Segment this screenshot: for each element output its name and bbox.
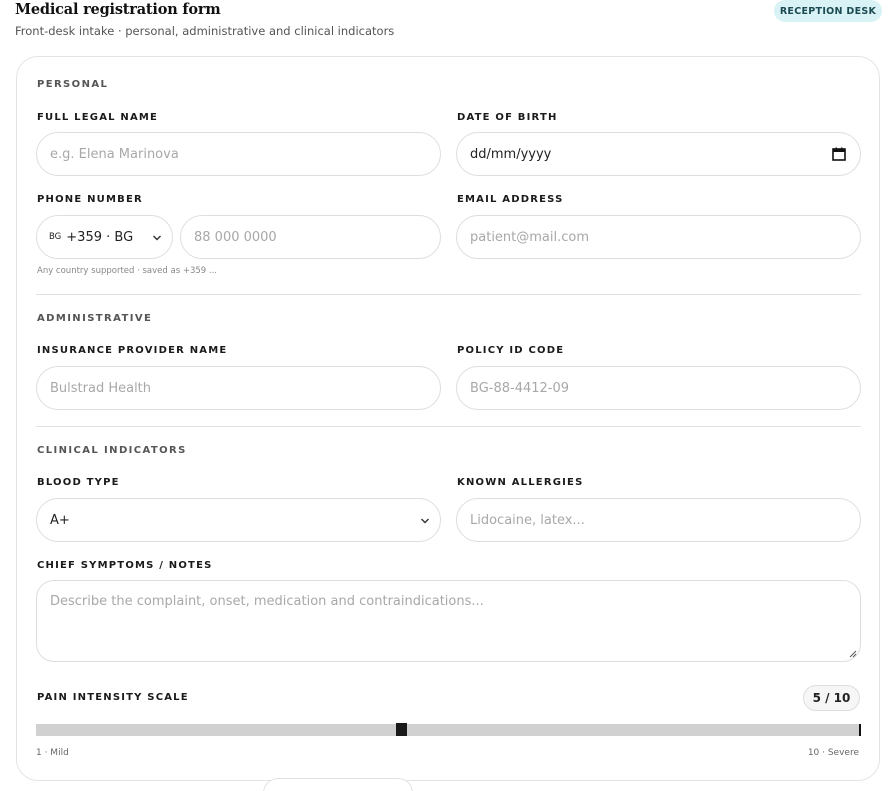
registration-form-card: PERSONAL FULL LEGAL NAME e.g. Elena Mari… [16,56,880,781]
known-allergies-placeholder: Lidocaine, latex... [470,512,585,528]
page-title: Medical registration form [15,1,221,18]
insurance-provider-input[interactable]: Bulstrad Health [36,366,441,410]
pain-value-badge: 5 / 10 [803,685,860,711]
phone-number-placeholder: 88 000 0000 [194,229,277,245]
insurance-provider-placeholder: Bulstrad Health [50,380,152,396]
phone-number-label: PHONE NUMBER [37,194,143,205]
reception-desk-badge: RECEPTION DESK [774,0,882,22]
email-address-input[interactable]: patient@mail.com [456,215,861,259]
policy-id-label: POLICY ID CODE [457,345,565,356]
pain-slider-thumb[interactable] [396,723,407,736]
chevron-down-icon [153,235,161,241]
full-name-placeholder: e.g. Elena Marinova [50,146,179,162]
submit-button[interactable] [263,778,413,791]
policy-id-input[interactable]: BG-88-4412-09 [456,366,861,410]
pain-slider-track[interactable] [36,723,861,736]
chevron-down-icon [421,518,429,524]
chief-symptoms-textarea[interactable]: Describe the complaint, onset, medicatio… [36,580,861,662]
pain-slider-end-marker [859,724,861,736]
phone-hint: Any country supported · saved as +359 ..… [37,266,217,276]
section-divider [36,294,861,295]
blood-type-label: BLOOD TYPE [37,477,120,488]
full-name-input[interactable]: e.g. Elena Marinova [36,132,441,176]
policy-id-placeholder: BG-88-4412-09 [470,380,570,396]
country-code-select[interactable]: BG +359 · BG [36,215,173,259]
pain-scale-label: PAIN INTENSITY SCALE [37,692,189,703]
blood-type-select[interactable]: A+ [36,498,441,542]
section-divider [36,426,861,427]
section-administrative-label: ADMINISTRATIVE [37,313,153,324]
email-address-label: EMAIL ADDRESS [457,194,564,205]
country-code-value: +359 · BG [66,229,134,245]
section-personal-label: PERSONAL [37,79,109,90]
insurance-provider-label: INSURANCE PROVIDER NAME [37,345,228,356]
page-subtitle: Front-desk intake · personal, administra… [15,24,395,38]
phone-number-input[interactable]: 88 000 0000 [180,215,441,259]
resize-grip-icon[interactable] [849,650,857,658]
blood-type-value: A+ [50,512,70,528]
date-of-birth-label: DATE OF BIRTH [457,112,558,123]
chief-symptoms-placeholder: Describe the complaint, onset, medicatio… [50,594,484,609]
known-allergies-input[interactable]: Lidocaine, latex... [456,498,861,542]
date-of-birth-value: dd/mm/yyyy [470,146,552,162]
pain-scale-max-label: 10 · Severe [807,748,859,758]
calendar-icon[interactable] [832,147,846,161]
country-flag: BG [49,232,62,242]
email-address-placeholder: patient@mail.com [470,229,590,245]
full-name-label: FULL LEGAL NAME [37,112,159,123]
section-clinical-label: CLINICAL INDICATORS [37,445,187,456]
pain-scale-min-label: 1 · Mild [36,748,69,758]
known-allergies-label: KNOWN ALLERGIES [457,477,584,488]
chief-symptoms-label: CHIEF SYMPTOMS / NOTES [37,560,213,571]
date-of-birth-input[interactable]: dd/mm/yyyy [456,132,861,176]
